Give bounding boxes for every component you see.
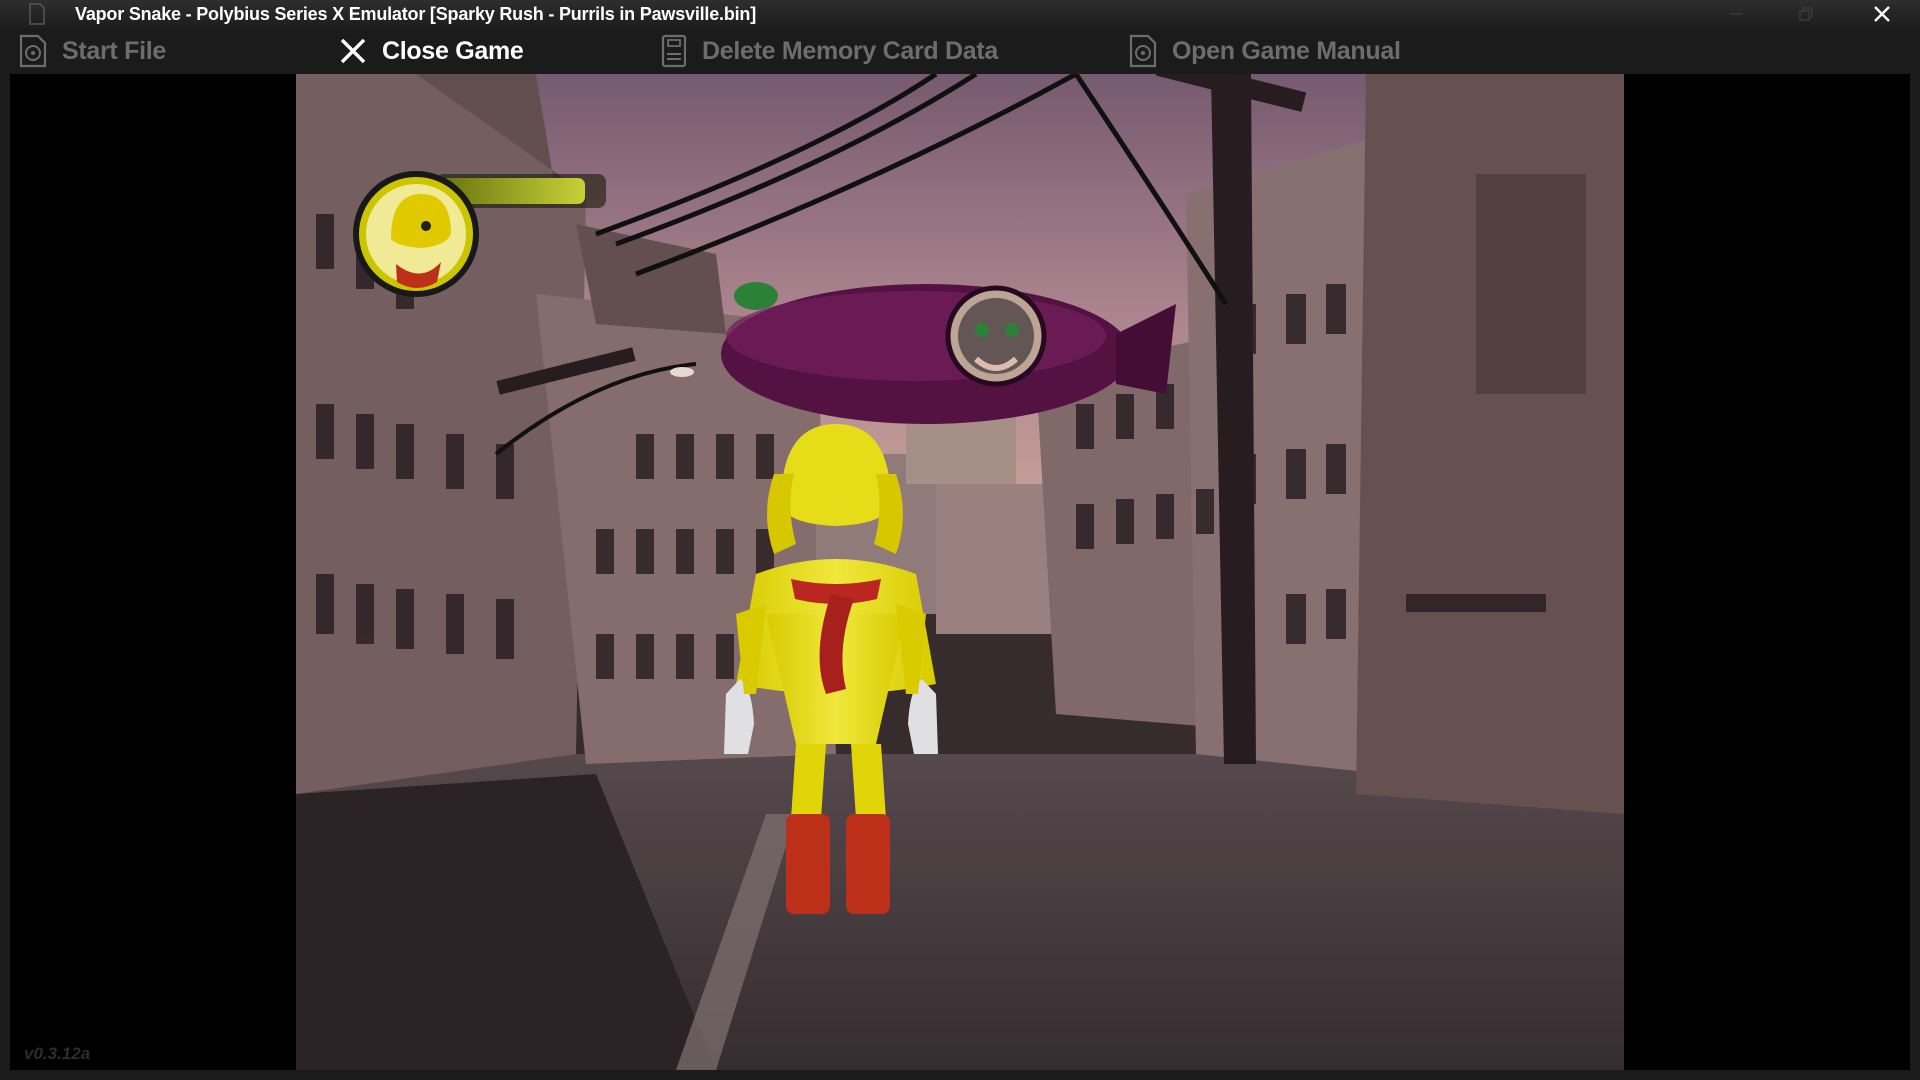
game-scene bbox=[296, 74, 1624, 1070]
memory-card-icon bbox=[661, 34, 687, 68]
version-label: v0.3.12a bbox=[24, 1044, 91, 1063]
window-close-button[interactable] bbox=[1862, 0, 1902, 28]
minimize-button[interactable] bbox=[1716, 0, 1756, 28]
disc-file-icon bbox=[19, 34, 47, 68]
close-icon bbox=[340, 38, 366, 64]
viewport-border bbox=[0, 74, 10, 1070]
start-file-label: Start File bbox=[62, 36, 166, 65]
manual-file-icon bbox=[1129, 34, 1157, 68]
app-icon bbox=[29, 3, 45, 25]
bottom-border bbox=[0, 1070, 1920, 1080]
emulator-viewport[interactable]: v0.3.12a bbox=[10, 74, 1910, 1070]
delete-memory-card-label: Delete Memory Card Data bbox=[702, 36, 998, 65]
game-screen[interactable] bbox=[296, 74, 1624, 1070]
viewport-border bbox=[1910, 74, 1920, 1070]
menu-bar: Start File Close Game Delete Memory Card… bbox=[0, 28, 1920, 74]
window-title: Vapor Snake - Polybius Series X Emulator… bbox=[75, 4, 757, 24]
open-game-manual-label: Open Game Manual bbox=[1172, 36, 1401, 65]
title-bar: Vapor Snake - Polybius Series X Emulator… bbox=[0, 0, 1920, 28]
start-file-button[interactable]: Start File bbox=[18, 28, 166, 74]
delete-memory-card-button[interactable]: Delete Memory Card Data bbox=[660, 28, 998, 74]
minimize-icon bbox=[1730, 13, 1742, 15]
close-game-label: Close Game bbox=[382, 36, 524, 65]
open-game-manual-button[interactable]: Open Game Manual bbox=[1128, 28, 1401, 74]
restore-icon bbox=[1799, 7, 1813, 21]
restore-button[interactable] bbox=[1786, 0, 1826, 28]
close-icon bbox=[1874, 6, 1890, 22]
close-game-button[interactable]: Close Game bbox=[338, 28, 524, 74]
